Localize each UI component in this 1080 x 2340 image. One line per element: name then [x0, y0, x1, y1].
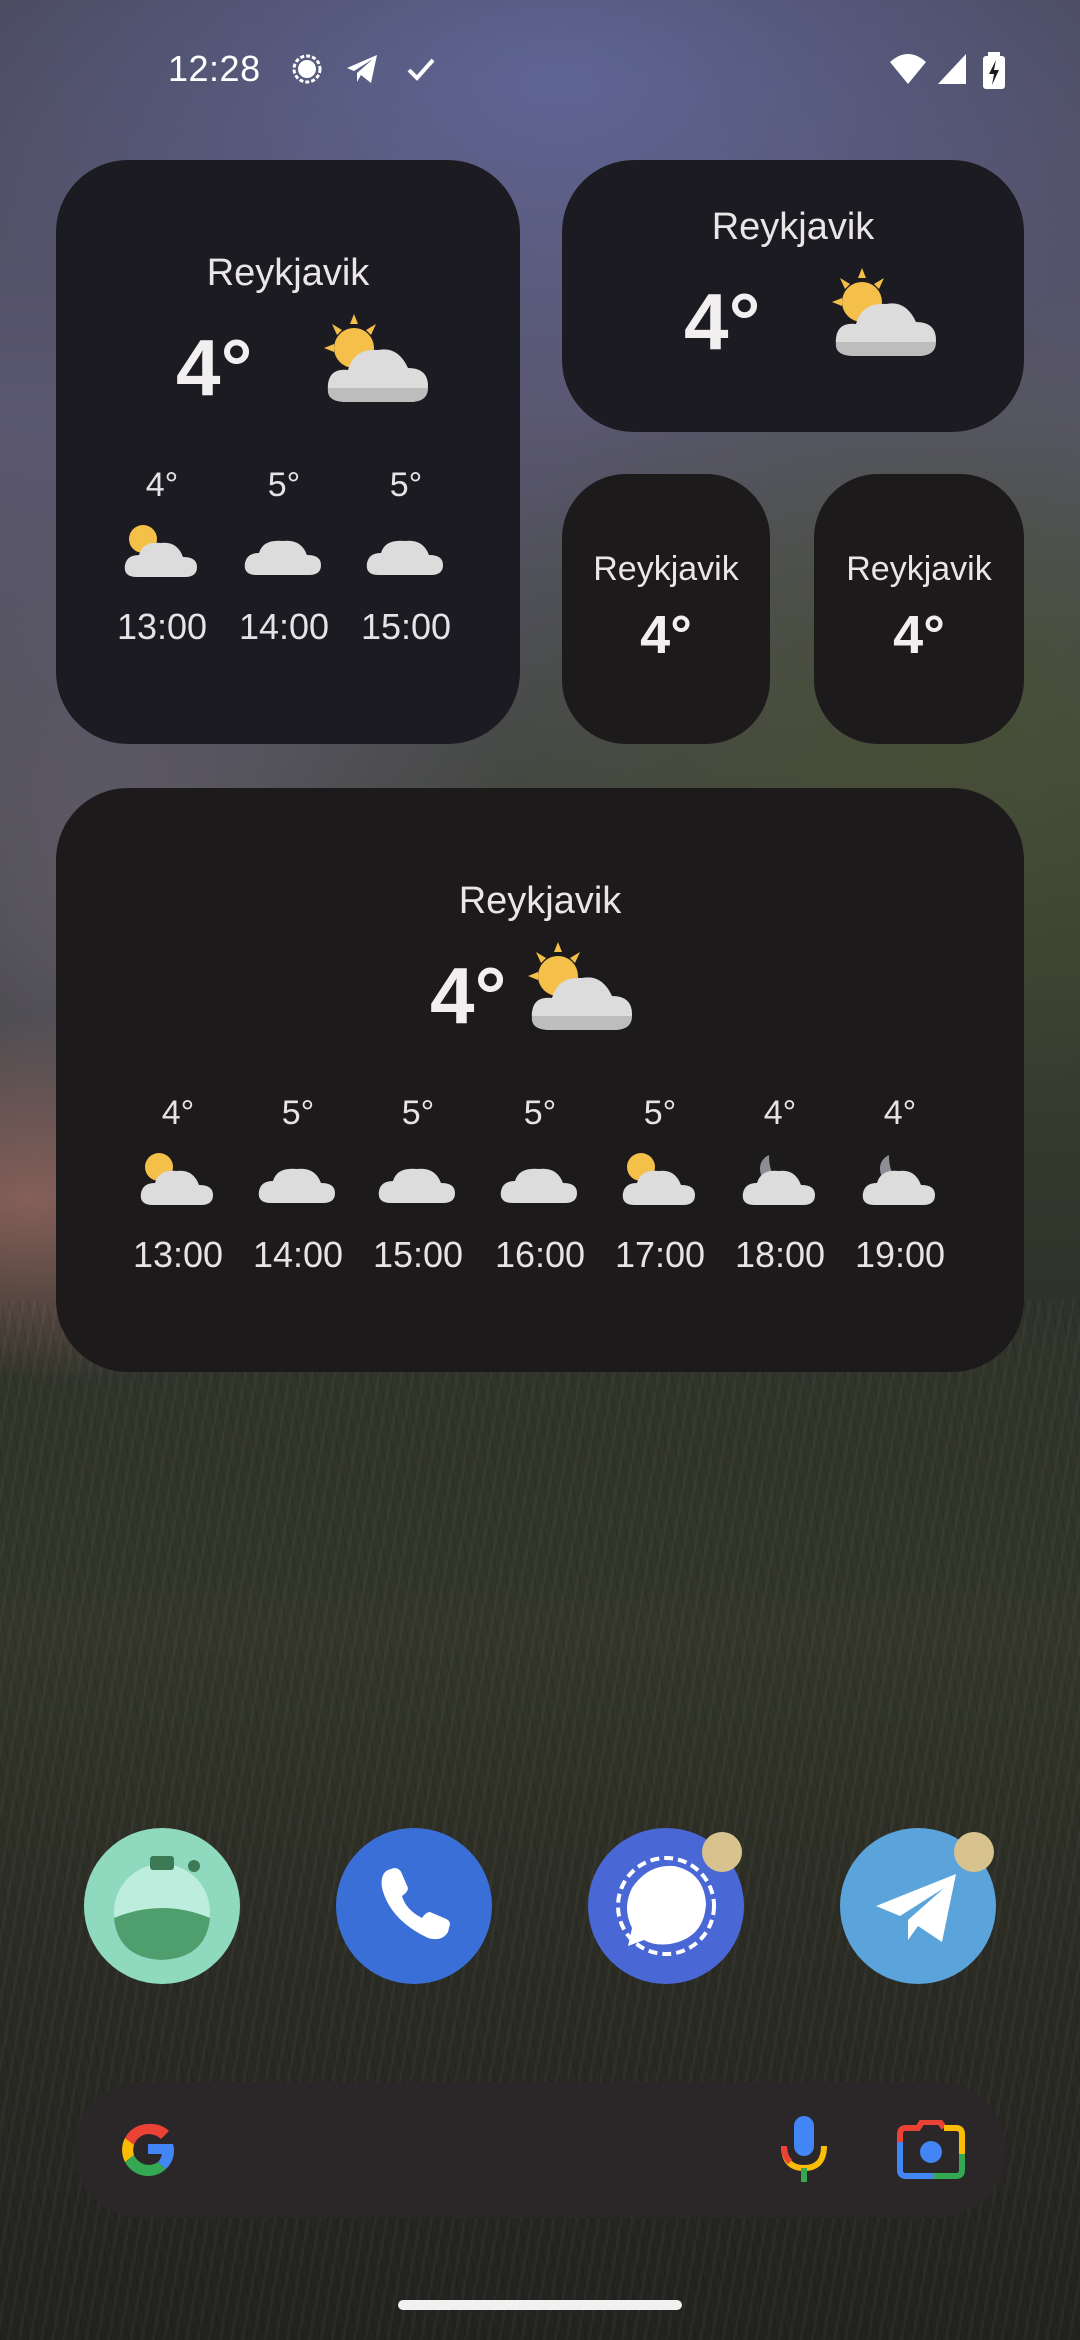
hourly-temp: 4° — [883, 1094, 917, 1132]
check-icon — [407, 58, 435, 81]
hourly-time: 13:00 — [116, 606, 208, 647]
hourly-temp: 5° — [401, 1094, 435, 1132]
hourly-time: 14:00 — [252, 1234, 344, 1275]
widget-city: Reykjavik — [593, 550, 739, 588]
hourly-item: 4° 18:00 — [720, 1094, 840, 1276]
partly-cloudy-icon — [124, 525, 197, 577]
notification-badge — [702, 1832, 742, 1872]
hourly-temp: 5° — [523, 1094, 557, 1132]
hourly-time: 17:00 — [614, 1234, 706, 1275]
widget-city: Reykjavik — [711, 206, 875, 248]
cloudy-icon — [366, 540, 443, 575]
hourly-temp: 5° — [643, 1094, 677, 1132]
widget-current: 4° — [430, 938, 710, 1048]
google-search-bar[interactable] — [74, 2082, 1006, 2218]
gesture-nav-handle[interactable] — [398, 2300, 682, 2310]
hourly-item: 4° 13:00 — [102, 466, 222, 648]
cloudy-icon — [258, 1168, 335, 1203]
hourly-time: 18:00 — [734, 1234, 826, 1275]
cloudy-icon — [500, 1168, 577, 1203]
hourly-item: 5° 14:00 — [224, 466, 344, 648]
weather-widget-wide-small[interactable]: Reykjavik 4° — [562, 160, 1024, 432]
weather-widget-large[interactable]: Reykjavik 4° 4° 13:00 5° 14:00 5° 15:00 … — [56, 788, 1024, 1372]
hourly-time: 15:00 — [372, 1234, 464, 1275]
notification-badge — [954, 1832, 994, 1872]
hourly-time: 15:00 — [360, 606, 452, 647]
hourly-temp: 4° — [161, 1094, 195, 1132]
battery-charging-icon — [983, 52, 1005, 89]
widget-city: Reykjavik — [458, 880, 622, 922]
hourly-temp: 5° — [281, 1094, 315, 1132]
partly-cloudy-icon — [324, 314, 428, 402]
hourly-item: 5° 14:00 — [238, 1094, 358, 1276]
widget-temp: 4° — [640, 605, 692, 665]
hourly-time: 16:00 — [494, 1234, 586, 1275]
hourly-item: 5° 16:00 — [480, 1094, 600, 1276]
widget-current: 4° — [176, 310, 456, 420]
weather-widget-tiny[interactable]: Reykjavik 4° — [562, 474, 770, 744]
hourly-temp: 4° — [763, 1094, 797, 1132]
signal-app-icon — [292, 54, 322, 84]
widget-city: Reykjavik — [846, 550, 992, 588]
telegram-icon — [347, 55, 377, 83]
hourly-item: 4° 19:00 — [840, 1094, 960, 1276]
partly-cloudy-icon — [528, 942, 632, 1030]
google-g-icon — [122, 2123, 175, 2177]
phone-icon — [381, 1868, 450, 1940]
hourly-item: 4° 13:00 — [118, 1094, 238, 1276]
cell-signal-icon — [938, 54, 966, 84]
wifi-icon — [890, 54, 926, 84]
cloudy-icon — [244, 540, 321, 575]
partly-cloudy-icon — [140, 1153, 213, 1205]
partly-cloudy-icon — [622, 1153, 695, 1205]
hourly-temp: 4° — [145, 466, 179, 504]
widget-current: 4° — [684, 264, 944, 374]
widget-city: Reykjavik — [206, 252, 370, 294]
hourly-item: 5° 15:00 — [358, 1094, 478, 1276]
night-cloudy-icon — [862, 1155, 935, 1205]
widget-temp: 4° — [430, 951, 507, 1040]
night-cloudy-icon — [742, 1155, 815, 1205]
hourly-time: 19:00 — [854, 1234, 946, 1275]
widget-temp: 4° — [176, 323, 253, 412]
clock: 12:28 — [168, 48, 261, 89]
weather-widget-medium[interactable]: Reykjavik 4° 4° 13:00 5° 14:00 5° 15:00 — [56, 160, 520, 744]
widget-temp: 4° — [684, 277, 761, 366]
hourly-time: 13:00 — [132, 1234, 224, 1275]
hourly-item: 5° 17:00 — [600, 1094, 720, 1276]
hourly-temp: 5° — [267, 466, 301, 504]
phone-app-icon[interactable] — [336, 1828, 492, 1984]
weather-widget-tiny[interactable]: Reykjavik 4° — [814, 474, 1024, 744]
hourly-temp: 5° — [389, 466, 423, 504]
partly-cloudy-icon — [832, 268, 936, 356]
status-bar: 12:28 — [0, 0, 1080, 140]
hourly-item: 5° 15:00 — [346, 466, 466, 648]
cloudy-icon — [378, 1168, 455, 1203]
hourly-time: 14:00 — [238, 606, 330, 647]
microphone-icon[interactable] — [776, 2112, 832, 2188]
flask-icon — [114, 1856, 210, 1960]
lens-camera-icon[interactable] — [894, 2120, 968, 2182]
potion-app-icon[interactable] — [84, 1828, 240, 1984]
widget-temp: 4° — [893, 605, 945, 665]
